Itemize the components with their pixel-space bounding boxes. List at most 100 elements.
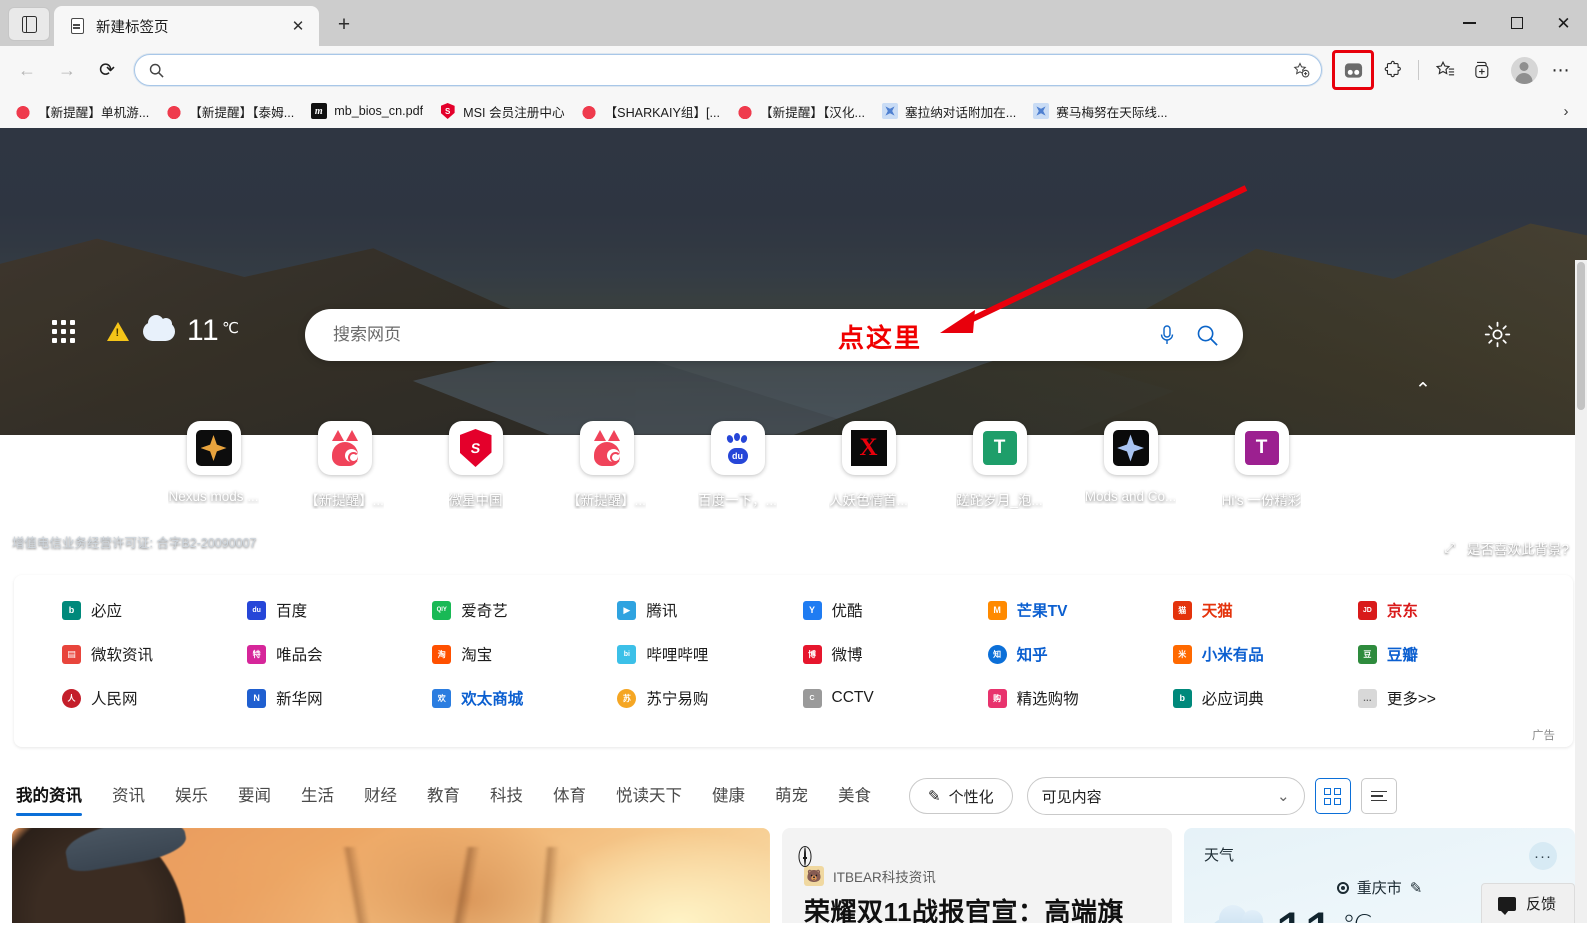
tab-finance[interactable]: 财经: [364, 782, 397, 810]
quick-link[interactable]: Y 优酷: [802, 599, 988, 621]
quick-link[interactable]: 猫天猫: [1172, 599, 1358, 621]
hero-search-input[interactable]: [333, 325, 1147, 345]
grid-view-button[interactable]: [1314, 778, 1351, 814]
profile-button[interactable]: [1507, 53, 1541, 87]
personalize-button[interactable]: ✎ 个性化: [909, 778, 1013, 814]
back-button[interactable]: ←: [8, 53, 46, 87]
quick-link-more[interactable]: … 更多>>: [1357, 687, 1543, 709]
mods-icon: [1103, 421, 1158, 475]
quick-link[interactable]: 苏苏宁易购: [617, 687, 802, 709]
background-feedback[interactable]: ⤢ 是否喜欢此背景?: [1444, 538, 1569, 558]
xinhua-icon: N: [247, 688, 267, 708]
tab-headlines[interactable]: 要闻: [238, 782, 271, 810]
maximize-button[interactable]: [1493, 0, 1540, 46]
collections-button[interactable]: [1427, 53, 1463, 87]
search-submit-icon[interactable]: [1187, 315, 1227, 355]
tab-pets[interactable]: 萌宠: [775, 782, 808, 810]
quick-link[interactable]: 博微博: [802, 643, 988, 665]
add-shortcut-button[interactable]: +: [1327, 421, 1458, 475]
settings-and-more-button[interactable]: ⋯: [1543, 53, 1579, 87]
shortcut-tile[interactable]: Mods and Co...: [1065, 421, 1196, 509]
extensions-button[interactable]: [1376, 53, 1412, 87]
cat-icon: [736, 102, 753, 120]
new-tab-button[interactable]: +: [327, 8, 361, 42]
edit-location-icon[interactable]: ✎: [1410, 879, 1423, 897]
tab-reading[interactable]: 悦读天下: [616, 782, 682, 810]
news-text-card[interactable]: 🐻 ITBEAR科技资讯 荣耀双11战报官宣：高端旗舰和智慧全场景全面告捷: [782, 828, 1172, 923]
tab-education[interactable]: 教育: [427, 782, 460, 810]
shortcut-tile[interactable]: T Hi's 一份精彩: [1196, 421, 1327, 509]
shortcut-tile[interactable]: S 微星中国: [410, 421, 541, 509]
hero-weather-widget[interactable]: 11 ℃: [52, 314, 239, 348]
quick-link[interactable]: 特唯品会: [247, 643, 432, 665]
quick-link[interactable]: 米小米有品: [1172, 643, 1358, 665]
browser-tab[interactable]: 新建标签页 ✕: [54, 6, 319, 46]
quick-link[interactable]: JD 京东: [1357, 599, 1543, 621]
tab-entertainment[interactable]: 娱乐: [175, 782, 208, 810]
feedback-button[interactable]: 反馈: [1480, 883, 1575, 923]
quick-link[interactable]: b 必应: [62, 599, 247, 621]
grid-view-icon: [1324, 787, 1342, 805]
quick-link[interactable]: ▤ 微软资讯: [62, 643, 247, 665]
quick-link[interactable]: b 必应词典: [1172, 687, 1358, 709]
quick-link[interactable]: du 百度: [247, 599, 432, 621]
weather-card-more-button[interactable]: ···: [1529, 842, 1557, 870]
scrollbar-thumb[interactable]: [1577, 262, 1585, 410]
page-scrollbar[interactable]: [1575, 260, 1587, 923]
forward-button[interactable]: →: [48, 53, 86, 87]
address-bar[interactable]: [134, 54, 1322, 86]
reload-button[interactable]: ⟳: [88, 53, 126, 87]
bookmark-item[interactable]: 赛马梅努在天际线...: [1024, 98, 1175, 124]
bookmark-item[interactable]: 【新提醒】【泰姆...: [157, 98, 302, 124]
tab-news[interactable]: 资讯: [112, 782, 145, 810]
close-window-button[interactable]: ✕: [1540, 0, 1587, 46]
visible-content-select[interactable]: 可见内容 ⌄: [1026, 777, 1305, 815]
hero-search-box[interactable]: [305, 309, 1243, 361]
microphone-icon[interactable]: [1147, 315, 1187, 355]
split-screen-button[interactable]: [1332, 50, 1374, 90]
browser-essentials-button[interactable]: [1465, 53, 1501, 87]
quick-link[interactable]: 豆豆瓣: [1357, 643, 1543, 665]
shortcut-tile[interactable]: Nexus mods ...: [148, 421, 279, 509]
quick-link[interactable]: 人人民网: [62, 687, 247, 709]
list-view-button[interactable]: [1360, 778, 1397, 814]
quick-link[interactable]: M 芒果TV: [987, 599, 1173, 621]
shortcut-tile[interactable]: 【新提醒】...: [279, 421, 410, 509]
apps-grid-icon[interactable]: [52, 319, 75, 343]
close-tab-icon[interactable]: ✕: [285, 13, 311, 39]
tab-actions-button[interactable]: [8, 7, 50, 41]
tab-life[interactable]: 生活: [301, 782, 334, 810]
quick-link[interactable]: C CCTV: [802, 687, 988, 709]
quick-link[interactable]: 购精选购物: [987, 687, 1173, 709]
bookmark-item[interactable]: 塞拉纳对话附加在...: [873, 98, 1024, 124]
tab-food[interactable]: 美食: [838, 782, 871, 810]
tab-sports[interactable]: 体育: [553, 782, 586, 810]
minimize-button[interactable]: [1446, 0, 1493, 46]
news-photo-card[interactable]: [12, 828, 770, 923]
quick-link[interactable]: 欢欢太商城: [432, 687, 617, 709]
bookmark-item[interactable]: 【新提醒】单机游...: [6, 98, 157, 124]
tab-health[interactable]: 健康: [712, 782, 745, 810]
bookmark-item[interactable]: S MSI 会员注册中心: [431, 98, 572, 124]
bookmarks-overflow-chevron-icon[interactable]: ›: [1553, 98, 1579, 124]
shortcut-tile[interactable]: 【新提醒】...: [541, 421, 672, 509]
quick-link[interactable]: ▶ 腾讯: [617, 599, 802, 621]
bookmark-item[interactable]: 【新提醒】【汉化...: [728, 98, 873, 124]
bookmark-item[interactable]: m mb_bios_cn.pdf: [302, 98, 431, 124]
quick-link[interactable]: 淘淘宝: [432, 643, 617, 665]
shortcut-tile[interactable]: X 人妖色情首...: [803, 421, 934, 509]
quick-link[interactable]: N 新华网: [247, 687, 432, 709]
quick-link[interactable]: 知知乎: [987, 643, 1173, 665]
address-input[interactable]: [176, 62, 1287, 78]
shortcut-tile[interactable]: du 百度一下，...: [672, 421, 803, 509]
page-settings-gear-icon[interactable]: [1479, 316, 1515, 352]
quick-link[interactable]: bi 哔哩哔哩: [617, 643, 802, 665]
bookmark-item[interactable]: 【SHARKAIY组】[...: [573, 98, 728, 124]
mega-icon: m: [310, 103, 327, 120]
quick-link[interactable]: QIY 爱奇艺: [432, 599, 617, 621]
tab-my-news[interactable]: 我的资讯: [16, 782, 82, 816]
shortcut-tile[interactable]: T 蹉跎岁月_泡...: [934, 421, 1065, 509]
add-favorite-icon[interactable]: [1287, 56, 1315, 84]
collapse-chevron-icon[interactable]: ⌃: [1409, 376, 1437, 404]
tab-technology[interactable]: 科技: [490, 782, 523, 810]
